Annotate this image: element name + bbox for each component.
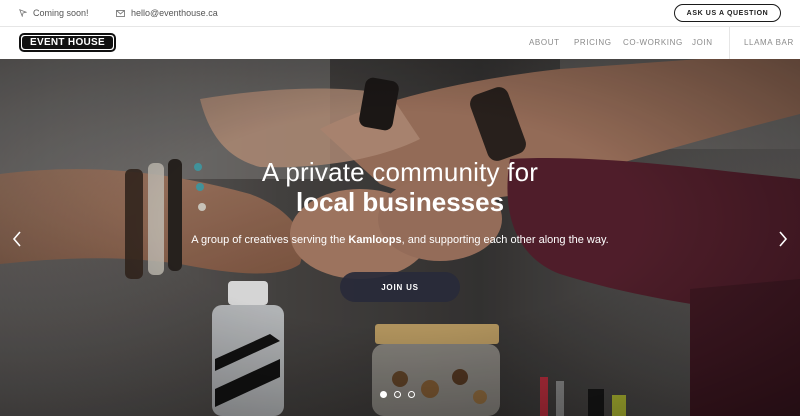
logo-text: EVENT HOUSE (22, 36, 113, 49)
slider-dots (380, 391, 415, 398)
location-arrow-icon (19, 9, 27, 17)
coming-soon-item: Coming soon! (19, 8, 89, 18)
nav-link-pricing[interactable]: PRICING (574, 38, 612, 47)
hero-subtitle: A group of creatives serving the Kamloop… (0, 234, 800, 246)
nav-divider (729, 27, 730, 59)
email-item[interactable]: hello@eventhouse.ca (116, 8, 218, 18)
nav-link-about[interactable]: ABOUT (529, 38, 560, 47)
event-house-logo[interactable]: EVENT HOUSE (19, 33, 116, 52)
envelope-icon (116, 9, 125, 17)
nav-link-join[interactable]: JOIN (692, 38, 713, 47)
nav-link-llama-bar[interactable]: LLAMA BAR (744, 38, 794, 47)
email-link[interactable]: hello@eventhouse.ca (131, 8, 218, 18)
hero-title-line1: A private community for (261, 157, 539, 187)
hero-subtitle-post: , and supporting each other along the wa… (401, 234, 609, 246)
join-us-button[interactable]: JOIN US (340, 272, 460, 302)
slider-next-button[interactable] (776, 229, 790, 249)
chevron-right-icon (779, 231, 788, 247)
slider-prev-button[interactable] (10, 229, 24, 249)
slider-dot-3[interactable] (408, 391, 415, 398)
chevron-left-icon (12, 231, 21, 247)
hero-title-line2: local businesses (295, 187, 505, 217)
hero-subtitle-pre: A group of creatives serving the (191, 234, 349, 246)
ask-question-button[interactable]: ASK US A QUESTION (674, 4, 781, 22)
coming-soon-text: Coming soon! (33, 8, 89, 18)
hero-slider: A private community for local businesses… (0, 59, 800, 416)
top-info-bar: Coming soon! hello@eventhouse.ca ASK US … (0, 0, 800, 27)
main-navbar: EVENT HOUSE ABOUT PRICING CO-WORKING JOI… (0, 27, 800, 59)
hero-subtitle-city: Kamloops (348, 234, 402, 246)
slider-dot-1[interactable] (380, 391, 387, 398)
nav-link-coworking[interactable]: CO-WORKING (623, 38, 683, 47)
slider-dot-2[interactable] (394, 391, 401, 398)
